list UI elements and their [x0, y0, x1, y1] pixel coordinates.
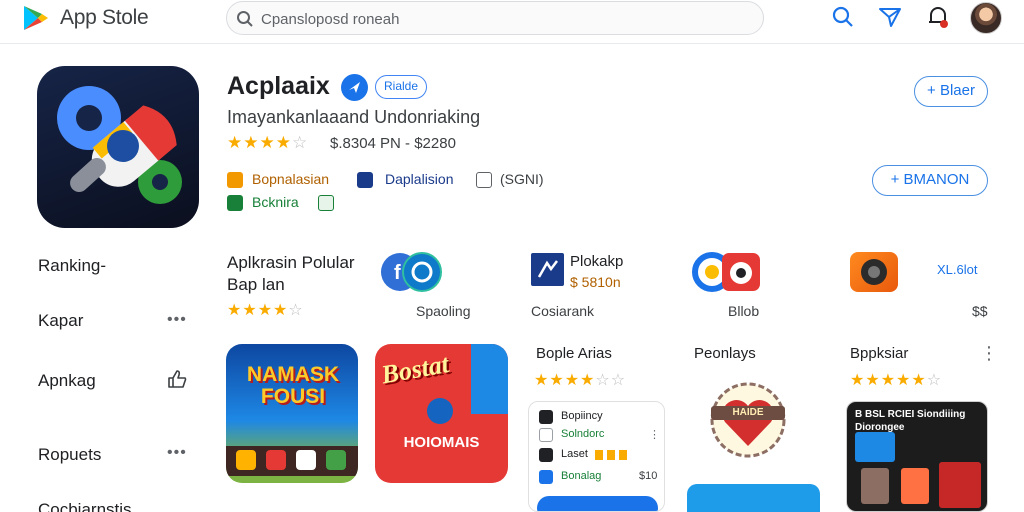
list-item-label[interactable]: Laset — [561, 448, 588, 460]
sidebar-item-ropuets[interactable]: Ropuets — [38, 445, 101, 465]
tag-secondary-icon — [318, 195, 334, 211]
more-dots-icon[interactable]: ⋮ — [649, 428, 660, 441]
list-item-price: $10 — [639, 470, 658, 482]
install-button[interactable]: + Blaer — [914, 76, 988, 107]
app-list-card[interactable]: Bopiincy Solndorc ⋮ Laset Bonalag $10 — [528, 401, 665, 512]
thumbs-up-icon[interactable] — [166, 369, 188, 389]
avatar[interactable] — [970, 2, 1002, 34]
more-dots-icon[interactable]: ••• — [167, 311, 187, 329]
category-label[interactable]: Bopnalasian — [252, 171, 329, 187]
card-title[interactable]: Bppksiar — [850, 345, 908, 362]
app-sub-label: $$ — [972, 303, 988, 319]
tag-label[interactable]: Bcknira — [252, 194, 299, 210]
list-item-label[interactable]: Bopiincy — [561, 410, 603, 422]
tile-title: Bostat — [379, 349, 452, 390]
game-tile-namask[interactable]: NAMASK FOUSI — [226, 344, 358, 483]
tag-icon — [227, 195, 243, 211]
sidebar-item-apnkag[interactable]: Apnkag — [38, 371, 96, 391]
wishlist-button[interactable]: + BMANON — [872, 165, 988, 196]
tile-title: NAMASK FOUSI — [246, 363, 340, 408]
card-action-button[interactable] — [687, 484, 820, 512]
app-badge[interactable]: Rialde — [375, 75, 428, 99]
more-dots-icon[interactable]: ••• — [167, 444, 187, 462]
card-title[interactable]: Bople Arias — [536, 345, 612, 362]
app-icon-xl[interactable] — [850, 252, 898, 292]
verified-badge-icon — [341, 74, 368, 101]
promo-card[interactable]: B BSL RCIEI Siondiiing Diorongee — [846, 401, 988, 512]
app-title: Acplaaix — [227, 72, 330, 100]
section-rating: ★★★★☆ — [227, 302, 304, 319]
notification-bell-icon[interactable] — [925, 4, 951, 30]
app-price: $ 5810n — [570, 274, 621, 290]
app-subtitle: Imayankanlaaand Undonriaking — [227, 107, 481, 127]
sidebar-item-ranking[interactable]: Ranking- — [38, 256, 106, 276]
app-icon — [37, 66, 199, 228]
search-icon[interactable] — [830, 4, 856, 30]
more-dots-icon[interactable]: ⋮ — [980, 343, 998, 364]
category-icon — [227, 172, 243, 188]
list-item-sub: Solndorc — [561, 428, 605, 440]
developer-icon — [357, 172, 373, 188]
section-title: Aplkrasin Polular Bap lan — [227, 253, 355, 294]
app-label[interactable]: Spaoling — [416, 303, 471, 319]
card-title[interactable]: Peonlays — [694, 345, 756, 362]
sidebar-item-kapar[interactable]: Kapar — [38, 311, 83, 331]
heart-badge-graphic[interactable]: HAIDE — [703, 376, 793, 464]
svg-text:f: f — [394, 262, 401, 284]
app-price: $.8304 PN - $2280 — [330, 135, 456, 152]
card-rating: ★★★★★☆ — [850, 372, 943, 389]
tile-caption: B BSL RCIEI Siondiiing Diorongee — [855, 409, 966, 433]
google-play-logo[interactable] — [22, 5, 50, 31]
top-bar: App Stole — [0, 0, 1024, 44]
card-rating: ★★★★☆☆ — [534, 372, 627, 389]
send-icon[interactable] — [877, 4, 903, 30]
card-action-button[interactable] — [537, 496, 658, 511]
tile-caption: HAIDE — [732, 407, 764, 418]
app-icon-bllob[interactable] — [692, 251, 762, 293]
tile-caption: HOIOMAIS — [403, 434, 480, 451]
app-sub-label: Cosiarank — [531, 303, 595, 319]
app-name[interactable]: Plokakp — [570, 253, 623, 270]
search-box[interactable] — [226, 1, 764, 35]
size-label: (SGNI) — [500, 171, 544, 187]
sidebar-item-cocbiarnstis[interactable]: Cocbiarnstis — [38, 500, 132, 512]
store-brand[interactable]: App Stole — [60, 6, 149, 30]
app-label[interactable]: Bllob — [728, 303, 759, 319]
list-item-label[interactable]: Bonalag — [561, 470, 601, 482]
app-rating: ★★★★☆ — [227, 133, 309, 152]
app-icon-plokakp[interactable] — [531, 253, 564, 286]
app-name[interactable]: XL.6lot — [937, 262, 977, 277]
info-icon — [476, 172, 492, 188]
game-tile-bostat[interactable]: Bostat HOIOMAIS — [375, 344, 508, 483]
search-input[interactable] — [261, 8, 741, 30]
search-icon — [237, 11, 253, 27]
app-icon-spaoling[interactable]: f — [380, 252, 444, 292]
developer-label[interactable]: Daplalision — [385, 171, 453, 187]
